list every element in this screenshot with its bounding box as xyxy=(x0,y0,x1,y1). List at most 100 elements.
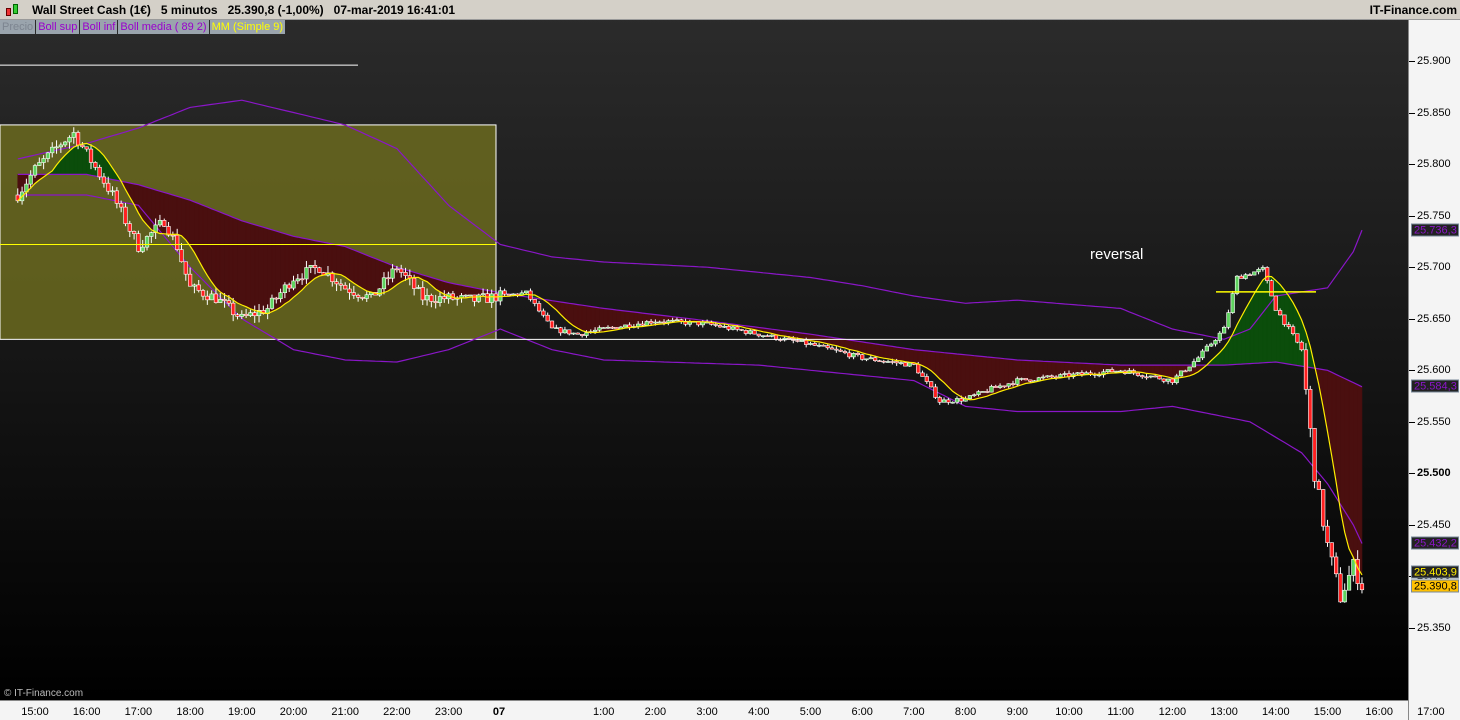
candle xyxy=(700,321,705,326)
candle xyxy=(442,296,447,300)
candle xyxy=(1140,375,1145,378)
mm-boll-fill xyxy=(146,186,152,231)
candle xyxy=(950,401,955,404)
mm-boll-fill xyxy=(1348,380,1354,558)
timeframe[interactable]: 5 minutos xyxy=(161,3,218,17)
candle xyxy=(386,277,391,280)
y-tick xyxy=(1409,267,1415,269)
candle xyxy=(666,320,671,323)
candle xyxy=(248,312,253,316)
candle xyxy=(1109,369,1115,373)
candle xyxy=(1170,378,1175,383)
candle xyxy=(1045,375,1050,378)
y-tick xyxy=(1409,112,1415,114)
x-tick-label: 19:00 xyxy=(228,706,256,718)
x-tick-label: 15:00 xyxy=(1313,706,1342,718)
candle xyxy=(429,295,434,302)
last-value-tag-price: 25.390,8 xyxy=(1411,579,1459,593)
legend-item[interactable]: Boll sup xyxy=(36,20,80,34)
candle xyxy=(864,358,869,361)
candle xyxy=(817,344,822,347)
legend-item[interactable]: Precio xyxy=(0,20,36,34)
candle xyxy=(480,293,486,296)
candle xyxy=(967,395,973,399)
mm-boll-fill xyxy=(1029,360,1035,384)
mm-boll-fill xyxy=(1021,359,1027,386)
mm-boll-fill xyxy=(573,303,579,329)
candle xyxy=(360,297,365,299)
copyright: © IT-Finance.com xyxy=(4,688,84,699)
candle xyxy=(188,273,193,287)
candle xyxy=(1075,372,1080,375)
mm-boll-fill xyxy=(263,226,268,314)
candle xyxy=(562,329,568,334)
candle xyxy=(317,267,322,273)
candle xyxy=(1334,556,1339,575)
mm-boll-fill xyxy=(181,197,187,241)
y-tick-label: 25.450 xyxy=(1417,518,1451,531)
mm-boll-fill xyxy=(349,247,355,284)
mm-boll-fill xyxy=(327,242,333,274)
candle xyxy=(1161,378,1166,382)
indicator-legend: Precio Boll sup Boll inf Boll media ( 89 2)… xyxy=(0,20,286,34)
candle xyxy=(713,324,718,326)
candle xyxy=(997,385,1003,388)
candle xyxy=(75,132,81,146)
mm-boll-fill xyxy=(1163,364,1169,378)
last-value-tag-boll_inf: 25.432,2 xyxy=(1411,536,1459,550)
candle xyxy=(291,280,296,289)
candle xyxy=(868,357,873,360)
candle xyxy=(1295,333,1300,343)
mm-boll-fill xyxy=(960,354,966,400)
candle xyxy=(140,246,145,252)
x-tick-label: 12:00 xyxy=(1158,706,1187,718)
legend-item[interactable]: Boll inf xyxy=(80,20,118,34)
candle xyxy=(769,334,774,337)
y-tick-label: 25.650 xyxy=(1417,312,1451,325)
title-bar: Wall Street Cash (1€) 5 minutos 25.390,8… xyxy=(0,0,1460,20)
candle xyxy=(885,361,891,363)
candle xyxy=(877,360,882,362)
candle xyxy=(67,137,72,143)
candle xyxy=(1325,525,1330,543)
mm-boll-fill xyxy=(73,144,79,175)
mm-boll-fill xyxy=(336,244,342,276)
candlestick-logo-icon xyxy=(4,2,22,18)
candle xyxy=(847,352,852,358)
candle xyxy=(717,325,723,328)
candle xyxy=(1058,374,1063,378)
candle xyxy=(1191,361,1197,368)
candle xyxy=(799,340,804,342)
mm-boll-fill xyxy=(943,352,949,388)
candle xyxy=(881,360,886,363)
candle xyxy=(752,330,757,335)
candle xyxy=(37,162,42,166)
candle xyxy=(571,332,576,335)
candle xyxy=(920,372,925,377)
mm-boll-fill xyxy=(1137,364,1143,373)
legend-item[interactable]: MM (Simple 9) xyxy=(209,20,286,34)
candle xyxy=(890,361,895,363)
mm-boll-fill xyxy=(874,343,880,358)
legend-item[interactable]: Boll media ( 89 2) xyxy=(118,20,209,34)
candle xyxy=(1278,310,1283,316)
price-axis[interactable]: 25.900 25.850 25.800 25.750 25.700 25.650 25.6… xyxy=(1408,20,1460,720)
brand: IT-Finance.com xyxy=(1369,3,1457,17)
price-chart[interactable] xyxy=(0,0,1408,700)
x-tick-label: 16:00 xyxy=(1365,706,1393,718)
time-axis[interactable]: 15:00 16:00 17:00 18:00 19:00 20:00 21:00 22:00… xyxy=(0,700,1445,720)
candle xyxy=(269,297,275,309)
candle xyxy=(838,349,843,352)
candle xyxy=(614,327,619,330)
mm-boll-fill xyxy=(1241,308,1246,365)
candle xyxy=(1256,268,1261,273)
candle xyxy=(903,362,908,367)
candle xyxy=(1239,275,1244,279)
mm-boll-fill xyxy=(310,239,316,283)
mm-boll-fill xyxy=(840,338,846,349)
candle xyxy=(1269,280,1274,297)
candle xyxy=(545,314,550,322)
candle xyxy=(1118,370,1123,373)
candle xyxy=(924,376,929,382)
candle xyxy=(420,287,425,301)
